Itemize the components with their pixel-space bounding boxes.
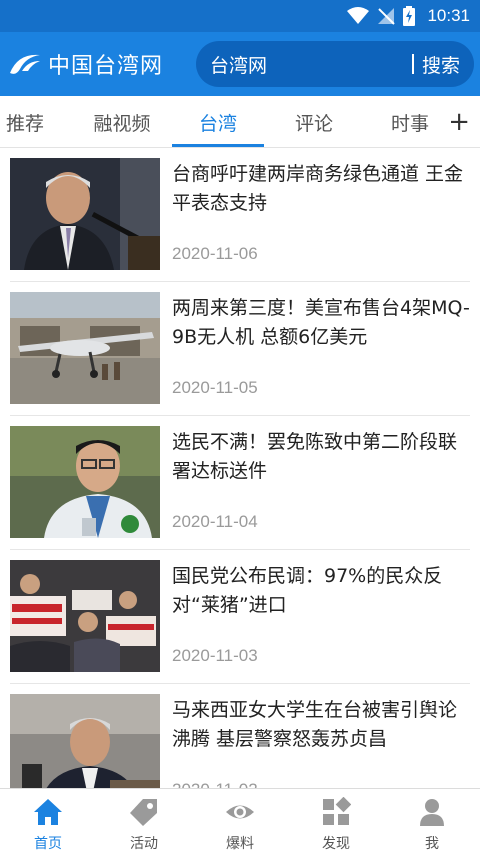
news-item[interactable]: 马来西亚女大学生在台被害引舆论沸腾 基层警察怒轰苏贞昌 2020-11-02	[10, 684, 470, 788]
user-icon	[420, 799, 444, 826]
news-date: 2020-11-06	[172, 244, 258, 263]
grid-icon	[323, 797, 351, 825]
news-item[interactable]: 两周来第三度！美宣布售台4架MQ-9B无人机 总额6亿美元 2020-11-05	[10, 282, 470, 416]
app-logo[interactable]: 中国台湾网	[8, 44, 163, 84]
news-title: 选民不满！罢免陈致中第二阶段联署达标送件	[172, 431, 458, 482]
app-header: 中国台湾网 台湾网 搜索	[0, 32, 480, 96]
battery-charging-icon	[403, 6, 416, 26]
nav-home[interactable]: 首页	[0, 789, 96, 852]
wifi-icon	[347, 7, 370, 24]
status-icons: 10:31	[347, 0, 470, 32]
nav-label: 发现	[322, 836, 350, 852]
news-date: 2020-11-04	[172, 512, 258, 531]
news-list: 台商呼吁建两岸商务绿色通道 王金平表态支持 2020-11-06 两周来第三度！…	[0, 148, 480, 788]
nav-label: 爆料	[226, 836, 254, 852]
news-thumbnail	[10, 426, 160, 538]
news-title: 国民党公布民调：97%的民众反对“莱猪”进口	[172, 565, 443, 616]
nav-tipoff[interactable]: 爆料	[192, 789, 288, 852]
logo-icon	[10, 54, 40, 74]
news-date: 2020-11-05	[172, 378, 258, 397]
status-time: 10:31	[427, 6, 470, 25]
search-divider	[411, 54, 414, 74]
eye-icon	[226, 805, 254, 819]
news-thumbnail	[10, 292, 160, 404]
search-input[interactable]: 台湾网	[210, 51, 412, 78]
no-signal-icon	[378, 8, 396, 25]
nav-discover[interactable]: 发现	[288, 789, 384, 852]
news-date: 2020-11-02	[172, 780, 258, 788]
nav-label: 活动	[130, 836, 158, 852]
tab-commentary[interactable]: 评论	[268, 96, 360, 148]
news-item[interactable]: 选民不满！罢免陈致中第二阶段联署达标送件 2020-11-04	[10, 416, 470, 550]
tab-video[interactable]: 融视频	[76, 96, 168, 148]
add-tab-button[interactable]: +	[448, 104, 470, 140]
nav-activity[interactable]: 活动	[96, 789, 192, 852]
news-title: 马来西亚女大学生在台被害引舆论沸腾 基层警察怒轰苏贞昌	[172, 699, 458, 750]
news-item[interactable]: 国民党公布民调：97%的民众反对“莱猪”进口 2020-11-03	[10, 550, 470, 684]
search-box[interactable]: 台湾网 搜索	[196, 41, 474, 87]
news-thumbnail	[10, 158, 160, 270]
tag-icon	[130, 799, 157, 826]
home-icon	[34, 799, 62, 825]
news-title: 台商呼吁建两岸商务绿色通道 王金平表态支持	[172, 163, 464, 214]
logo-text: 中国台湾网	[48, 54, 164, 79]
category-tabs: 推荐 融视频 台湾 评论 时事 +	[0, 96, 480, 148]
tab-taiwan[interactable]: 台湾	[172, 96, 264, 148]
search-button[interactable]: 搜索	[422, 51, 460, 78]
nav-label: 我	[425, 836, 439, 852]
nav-label: 首页	[34, 836, 62, 852]
status-bar: 10:31	[0, 0, 480, 32]
bottom-nav: 首页 活动 爆料 发现 我	[0, 788, 480, 852]
news-date: 2020-11-03	[172, 646, 258, 665]
tab-current-affairs[interactable]: 时事	[364, 96, 456, 148]
active-tab-indicator	[172, 144, 264, 147]
news-thumbnail	[10, 560, 160, 672]
news-item[interactable]: 台商呼吁建两岸商务绿色通道 王金平表态支持 2020-11-06	[10, 148, 470, 282]
tab-recommend[interactable]: 推荐	[0, 96, 50, 148]
nav-me[interactable]: 我	[384, 789, 480, 852]
news-thumbnail	[10, 694, 160, 788]
news-title: 两周来第三度！美宣布售台4架MQ-9B无人机 总额6亿美元	[172, 297, 470, 348]
